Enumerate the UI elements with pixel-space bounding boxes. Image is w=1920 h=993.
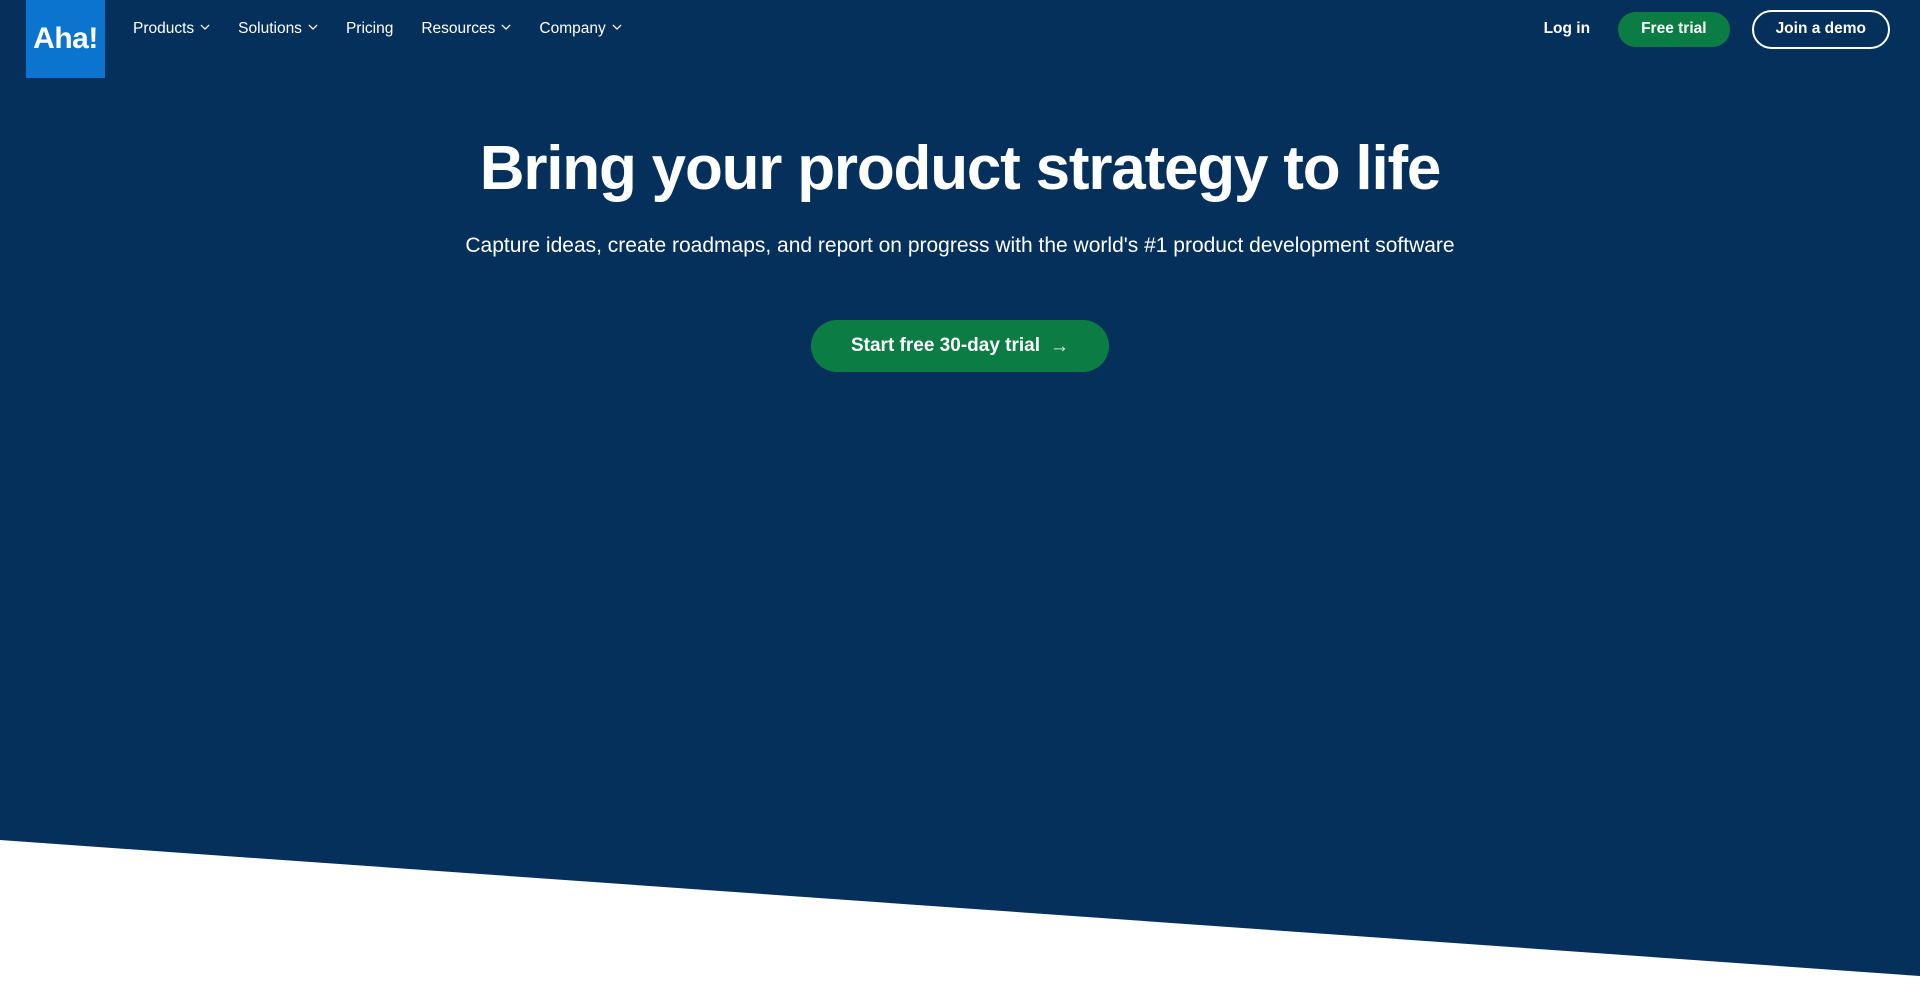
hero-subheadline: Capture ideas, create roadmaps, and repo…	[465, 234, 1455, 257]
start-free-trial-button[interactable]: Start free 30-day trial →	[810, 320, 1110, 372]
nav-label-company: Company	[539, 20, 606, 37]
aha-logo[interactable]: Aha!	[26, 0, 105, 78]
chevron-down-icon	[501, 22, 511, 32]
start-free-trial-label: Start free 30-day trial	[850, 335, 1041, 356]
logo-wordmark: Aha!	[33, 22, 98, 55]
nav-item-resources[interactable]: Resources	[421, 20, 511, 38]
nav-item-products[interactable]: Products	[133, 20, 210, 38]
arrow-right-icon: →	[1050, 335, 1070, 357]
nav-item-company[interactable]: Company	[539, 20, 622, 38]
nav-item-pricing[interactable]: Pricing	[346, 20, 393, 38]
chevron-down-icon	[612, 22, 622, 32]
nav-label-products: Products	[133, 20, 195, 37]
site-header: Aha! Products Solutions Pricing Resource…	[0, 0, 1920, 78]
page-root: Aha! Products Solutions Pricing Resource…	[0, 0, 1920, 993]
join-a-demo-button[interactable]: Join a demo	[1751, 9, 1890, 49]
nav-item-solutions[interactable]: Solutions	[238, 20, 318, 38]
chevron-down-icon	[200, 22, 210, 32]
nav-label-solutions: Solutions	[238, 20, 302, 37]
nav-label-resources: Resources	[421, 20, 496, 37]
log-in-link[interactable]: Log in	[1544, 20, 1591, 38]
hero-cta-container: Start free 30-day trial →	[0, 320, 1920, 372]
free-trial-button[interactable]: Free trial	[1618, 11, 1730, 47]
nav-label-pricing: Pricing	[345, 20, 394, 37]
header-actions: Log in Free trial Join a demo	[1544, 0, 1890, 58]
primary-navigation: Products Solutions Pricing Resources Com…	[133, 0, 622, 58]
hero-headline: Bring your product strategy to life	[479, 134, 1442, 203]
chevron-down-icon	[308, 22, 318, 32]
